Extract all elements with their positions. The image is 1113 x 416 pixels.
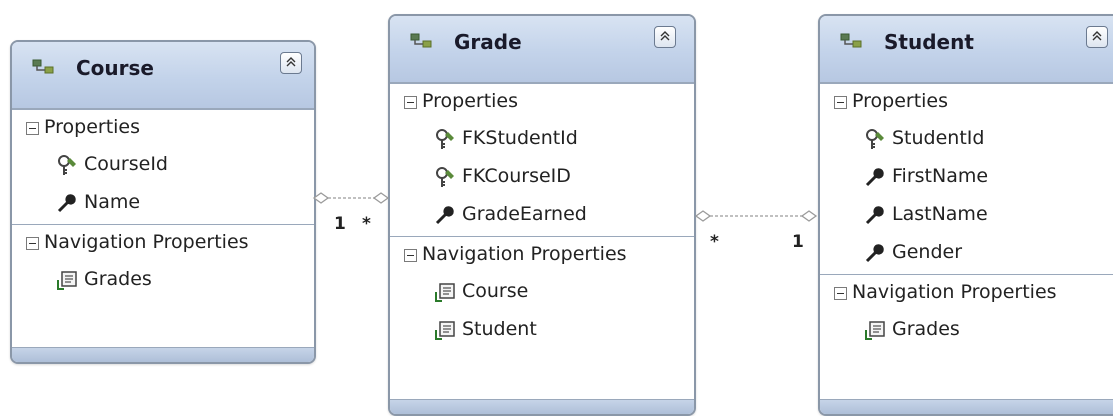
course-navigation-header[interactable]: Navigation Properties xyxy=(12,225,314,263)
navigation-properties-label: Navigation Properties xyxy=(422,243,627,265)
grade-entity[interactable]: Grade Properties FKStudentId FKCourseID … xyxy=(388,14,696,416)
navigation-name: Grades xyxy=(892,318,960,340)
property-name-field[interactable]: Name xyxy=(12,186,314,224)
property-lastname[interactable]: LastName xyxy=(820,198,1113,236)
multiplicity-label: * xyxy=(362,214,371,234)
property-name: LastName xyxy=(892,203,988,225)
entity-type-icon xyxy=(410,33,432,48)
collapse-minus-icon[interactable] xyxy=(834,287,847,300)
property-name: Gender xyxy=(892,241,963,263)
course-entity-header[interactable]: Course xyxy=(12,42,314,109)
key-icon xyxy=(436,129,454,149)
entity-type-icon xyxy=(32,59,54,74)
course-collapse-button[interactable] xyxy=(280,52,302,74)
property-courseid[interactable]: CourseId xyxy=(12,148,314,186)
student-properties-section: Properties StudentId FirstName LastName xyxy=(820,83,1113,274)
chevron-up-double-icon xyxy=(286,57,296,67)
grade-entity-header[interactable]: Grade xyxy=(390,16,694,83)
navigation-course[interactable]: Course xyxy=(390,275,694,313)
grade-navigation-header[interactable]: Navigation Properties xyxy=(390,237,694,275)
property-studentid[interactable]: StudentId xyxy=(820,122,1113,160)
property-gender[interactable]: Gender xyxy=(820,236,1113,274)
collapse-minus-icon[interactable] xyxy=(404,249,417,262)
wrench-icon xyxy=(865,206,884,225)
navigation-name: Student xyxy=(462,318,537,340)
student-entity-footer xyxy=(820,399,1113,414)
property-name: StudentId xyxy=(892,127,985,149)
collapse-minus-icon[interactable] xyxy=(404,96,417,109)
navigation-grades[interactable]: Grades xyxy=(12,263,314,301)
navigation-name: Grades xyxy=(84,268,152,290)
key-icon xyxy=(436,167,454,187)
course-entity-title: Course xyxy=(76,56,154,80)
collapse-minus-icon[interactable] xyxy=(26,122,39,135)
course-properties-header[interactable]: Properties xyxy=(12,110,314,148)
properties-label: Properties xyxy=(422,90,519,112)
property-name: FKCourseID xyxy=(462,165,571,187)
property-fkstudentid[interactable]: FKStudentId xyxy=(390,122,694,160)
course-entity-footer xyxy=(12,347,314,362)
wrench-icon xyxy=(865,244,884,263)
property-name: Name xyxy=(84,191,141,213)
association-diamond-icon xyxy=(800,210,818,222)
collapse-minus-icon[interactable] xyxy=(834,96,847,109)
property-name: FKStudentId xyxy=(462,127,578,149)
navigation-icon xyxy=(865,321,885,340)
property-firstname[interactable]: FirstName xyxy=(820,160,1113,198)
grade-navigation-section: Navigation Properties Course Student xyxy=(390,236,694,351)
navigation-properties-label: Navigation Properties xyxy=(44,231,249,253)
student-navigation-section: Navigation Properties Grades xyxy=(820,274,1113,351)
wrench-icon xyxy=(435,206,454,225)
association-diamond-icon xyxy=(372,192,390,204)
association-course-grade-line[interactable] xyxy=(312,186,390,210)
association-diamond-icon xyxy=(694,210,712,222)
property-fkcourseid[interactable]: FKCourseID xyxy=(390,160,694,198)
properties-label: Properties xyxy=(852,90,949,112)
navigation-name: Course xyxy=(462,280,529,302)
wrench-icon xyxy=(57,194,76,213)
course-navigation-section: Navigation Properties Grades xyxy=(12,224,314,301)
key-icon xyxy=(58,155,76,175)
association-grade-student-line[interactable] xyxy=(692,204,820,228)
course-properties-section: Properties CourseId Name xyxy=(12,109,314,224)
multiplicity-label: * xyxy=(710,232,719,252)
multiplicity-label: 1 xyxy=(792,232,804,252)
wrench-icon xyxy=(865,168,884,187)
property-name: GradeEarned xyxy=(462,203,587,225)
collapse-minus-icon[interactable] xyxy=(26,237,39,250)
properties-label: Properties xyxy=(44,116,141,138)
student-entity-header[interactable]: Student xyxy=(820,16,1113,83)
student-properties-header[interactable]: Properties xyxy=(820,84,1113,122)
chevron-up-double-icon xyxy=(1092,31,1102,41)
navigation-properties-label: Navigation Properties xyxy=(852,281,1057,303)
navigation-icon xyxy=(435,321,455,340)
entity-type-icon xyxy=(840,33,862,48)
student-collapse-button[interactable] xyxy=(1086,26,1108,48)
key-icon xyxy=(866,129,884,149)
chevron-up-double-icon xyxy=(660,31,670,41)
grade-entity-title: Grade xyxy=(454,30,522,54)
property-gradeearned[interactable]: GradeEarned xyxy=(390,198,694,236)
association-diamond-icon xyxy=(312,192,330,204)
student-entity-title: Student xyxy=(884,30,974,54)
student-entity[interactable]: Student Properties StudentId FirstName L… xyxy=(818,14,1113,416)
grade-properties-section: Properties FKStudentId FKCourseID GradeE… xyxy=(390,83,694,236)
navigation-student[interactable]: Student xyxy=(390,313,694,351)
student-navigation-header[interactable]: Navigation Properties xyxy=(820,275,1113,313)
navigation-icon xyxy=(57,271,77,290)
course-entity[interactable]: Course Properties CourseId Name Navigati… xyxy=(10,40,316,364)
grade-entity-footer xyxy=(390,399,694,414)
navigation-icon xyxy=(435,283,455,302)
property-name: FirstName xyxy=(892,165,989,187)
grade-properties-header[interactable]: Properties xyxy=(390,84,694,122)
multiplicity-label: 1 xyxy=(334,214,346,234)
navigation-grades[interactable]: Grades xyxy=(820,313,1113,351)
property-name: CourseId xyxy=(84,153,168,175)
grade-collapse-button[interactable] xyxy=(654,26,676,48)
